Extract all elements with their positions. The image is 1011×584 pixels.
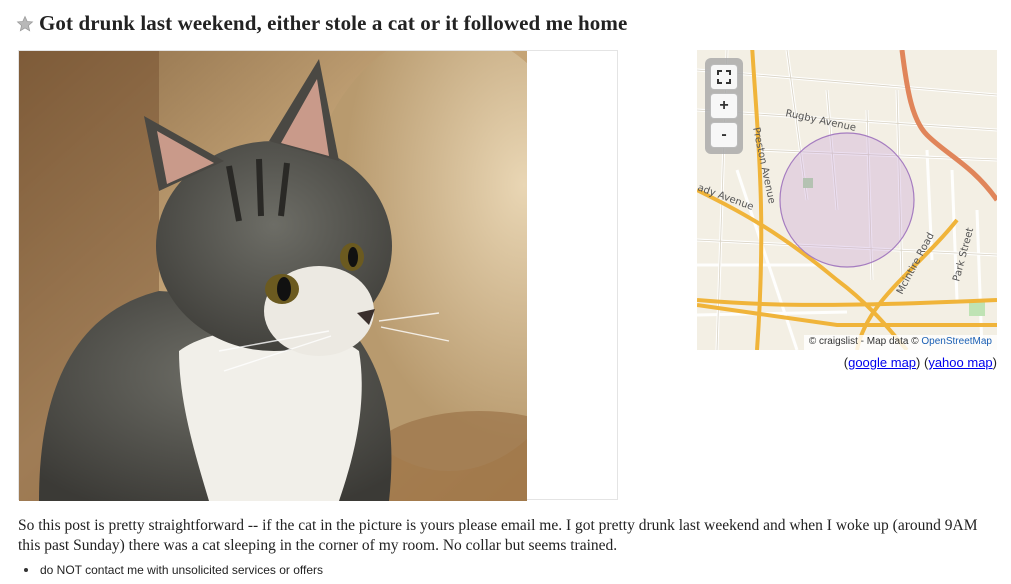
favorite-star-icon[interactable] xyxy=(16,15,34,33)
cat-photo xyxy=(19,51,527,501)
map-zoom-out-button[interactable]: - xyxy=(710,122,738,148)
notice-list: do NOT contact me with unsolicited servi… xyxy=(18,563,323,577)
map-zoom-in-button[interactable]: + xyxy=(710,93,738,119)
fullscreen-icon xyxy=(717,70,731,84)
map-attribution-text: © craigslist - Map data © xyxy=(808,336,919,347)
notice-item: do NOT contact me with unsolicited servi… xyxy=(18,563,323,577)
posting-title: Got drunk last weekend, either stole a c… xyxy=(39,11,628,35)
bullet-icon xyxy=(24,568,28,572)
map-attribution: © craigslist - Map data © OpenStreetMap xyxy=(803,335,997,350)
paren-mid: ) ( xyxy=(916,355,929,370)
paren-close: ) xyxy=(992,355,997,370)
posting-title-row: Got drunk last weekend, either stole a c… xyxy=(16,11,627,36)
map-zoom-controls: + - xyxy=(705,58,743,154)
map-links: (google map) (yahoo map) xyxy=(844,355,997,370)
location-map[interactable]: Rugby Avenue Preston Avenue ady Avenue M… xyxy=(697,50,997,350)
posting-body: So this post is pretty straightforward -… xyxy=(18,517,978,554)
yahoo-map-link[interactable]: yahoo map xyxy=(928,355,992,370)
cat-photo-frame[interactable] xyxy=(18,50,618,501)
map-fullscreen-button[interactable] xyxy=(710,64,738,90)
google-map-link[interactable]: google map xyxy=(848,355,916,370)
openstreetmap-link[interactable]: OpenStreetMap xyxy=(921,336,992,347)
notice-text: do NOT contact me with unsolicited servi… xyxy=(40,563,324,577)
